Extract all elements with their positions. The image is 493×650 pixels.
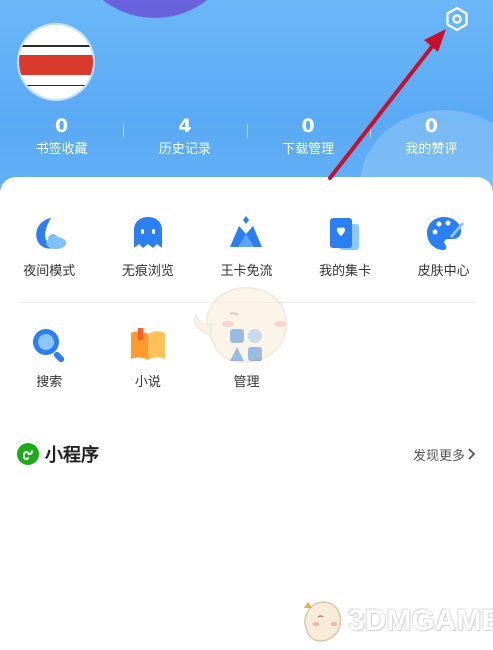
tool-label: 小说 bbox=[134, 375, 161, 390]
crown-icon bbox=[230, 216, 263, 247]
book-icon bbox=[130, 328, 165, 360]
cards-heart-icon bbox=[330, 218, 360, 250]
watermark-mascot bbox=[193, 286, 288, 364]
main-card: 夜间模式 无痕浏览 王卡免流 我的集卡 皮肤中心 搜索 小说 管理 小程序 发现… bbox=[0, 177, 493, 650]
tool-incognito[interactable]: 无痕浏览 bbox=[99, 214, 198, 281]
discover-more-link[interactable]: 发现更多 bbox=[413, 445, 477, 464]
tool-night-mode[interactable]: 夜间模式 bbox=[0, 214, 99, 281]
watermark: 3DMGAME bbox=[298, 598, 493, 644]
tools-row-1: 夜间模式 无痕浏览 王卡免流 我的集卡 皮肤中心 bbox=[0, 214, 493, 281]
tool-free-data[interactable]: 王卡免流 bbox=[197, 214, 296, 281]
palette-icon bbox=[426, 217, 464, 250]
tool-label: 管理 bbox=[233, 375, 260, 390]
tool-my-cards[interactable]: 我的集卡 bbox=[296, 214, 395, 281]
hexagon-gear-icon bbox=[446, 6, 468, 32]
ghost-icon bbox=[133, 217, 162, 248]
mini-programs-title-group: 小程序 bbox=[17, 441, 99, 467]
tool-label: 搜索 bbox=[36, 375, 63, 390]
tool-novel[interactable]: 小说 bbox=[99, 325, 198, 392]
tool-label: 王卡免流 bbox=[220, 264, 273, 279]
tool-label: 无痕浏览 bbox=[121, 264, 174, 279]
watermark-text: 3DMGAME bbox=[348, 604, 493, 637]
moon-cloud-icon bbox=[36, 218, 67, 249]
section-title: 小程序 bbox=[45, 445, 99, 466]
annotation-arrow bbox=[328, 29, 446, 180]
mini-programs-header: 小程序 发现更多 bbox=[17, 439, 477, 469]
watermark-logo-icon bbox=[304, 601, 342, 642]
magnifier-icon bbox=[33, 329, 65, 363]
settings-button[interactable] bbox=[441, 3, 473, 35]
tool-label: 夜间模式 bbox=[23, 264, 76, 279]
tool-label: 我的集卡 bbox=[319, 264, 372, 279]
tool-label: 皮肤中心 bbox=[417, 264, 470, 279]
tool-search[interactable]: 搜索 bbox=[0, 325, 99, 392]
chevron-right-icon bbox=[468, 448, 476, 460]
discover-more-label: 发现更多 bbox=[412, 448, 465, 464]
tool-skin-center[interactable]: 皮肤中心 bbox=[394, 214, 493, 281]
mini-program-icon bbox=[17, 443, 39, 465]
